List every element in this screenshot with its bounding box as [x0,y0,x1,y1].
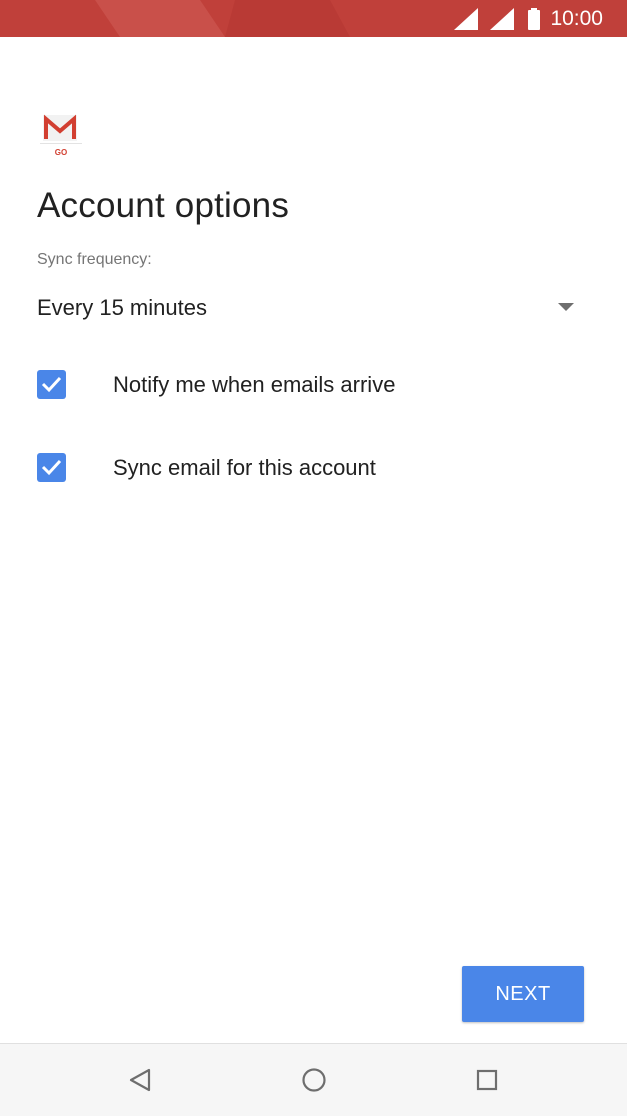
status-bar: 10:00 [0,0,627,37]
dropdown-arrow-icon [558,303,574,311]
notify-option-row[interactable]: Notify me when emails arrive [37,365,597,405]
back-button[interactable] [122,1062,158,1098]
sync-frequency-label: Sync frequency: [37,251,152,268]
notify-checkbox[interactable] [37,370,66,399]
status-time: 10:00 [550,6,603,30]
sync-email-option-row[interactable]: Sync email for this account [37,448,597,488]
checkmark-icon [41,459,62,476]
checkmark-icon [41,376,62,393]
battery-icon [528,7,541,30]
recents-square-icon [476,1069,498,1091]
page-title: Account options [37,186,290,225]
back-triangle-icon [129,1068,151,1092]
gmail-go-logo-icon: GO [40,113,82,161]
navigation-bar [0,1043,627,1116]
signal-icon [454,7,479,30]
home-circle-icon [302,1068,326,1092]
next-button[interactable]: NEXT [462,966,584,1022]
signal-icon [490,7,515,30]
sync-email-checkbox[interactable] [37,453,66,482]
sync-frequency-value: Every 15 minutes [37,295,207,320]
screen: 10:00 GO Account options Sync frequency:… [0,0,627,1116]
recents-button[interactable] [469,1062,505,1098]
status-icons: 10:00 [442,0,603,37]
home-button[interactable] [296,1062,332,1098]
svg-text:GO: GO [55,148,67,157]
sync-frequency-dropdown[interactable]: Every 15 minutes [37,290,582,328]
sync-email-option-label: Sync email for this account [113,455,376,480]
notify-option-label: Notify me when emails arrive [113,372,396,397]
